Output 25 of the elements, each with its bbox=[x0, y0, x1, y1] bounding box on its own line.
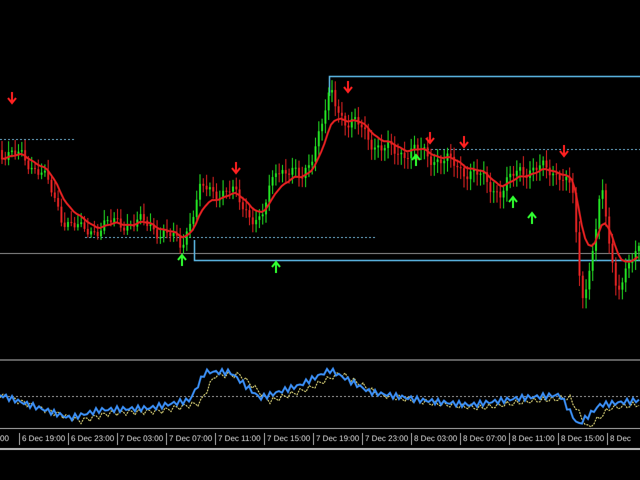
up-arrow-icon bbox=[508, 195, 518, 209]
up-arrow-icon bbox=[411, 153, 421, 167]
time-label: 7 Dec 07:00 bbox=[166, 433, 215, 445]
up-arrow-icon bbox=[271, 260, 281, 274]
down-arrow-icon bbox=[559, 144, 569, 158]
down-arrow-icon bbox=[343, 80, 353, 94]
up-arrow-icon bbox=[177, 253, 187, 267]
time-label: 8 Dec 03:00 bbox=[411, 433, 460, 445]
down-arrow-icon bbox=[459, 135, 469, 149]
time-label: 8 Dec bbox=[607, 433, 631, 445]
time-label: 00 bbox=[0, 433, 10, 445]
time-label: 7 Dec 19:00 bbox=[313, 433, 362, 445]
down-arrow-icon bbox=[231, 161, 241, 175]
time-label: 7 Dec 23:00 bbox=[362, 433, 411, 445]
time-label: 6 Dec 19:00 bbox=[19, 433, 68, 445]
time-label: 6 Dec 23:00 bbox=[68, 433, 117, 445]
down-arrow-icon bbox=[425, 131, 435, 145]
time-label: 8 Dec 11:00 bbox=[509, 433, 558, 445]
time-label: 7 Dec 03:00 bbox=[117, 433, 166, 445]
time-label: 8 Dec 15:00 bbox=[558, 433, 607, 445]
down-arrow-icon bbox=[7, 91, 17, 105]
time-label: 7 Dec 15:00 bbox=[264, 433, 313, 445]
time-label: 7 Dec 11:00 bbox=[215, 433, 264, 445]
up-arrow-icon bbox=[527, 211, 537, 225]
time-label: 8 Dec 07:00 bbox=[460, 433, 509, 445]
